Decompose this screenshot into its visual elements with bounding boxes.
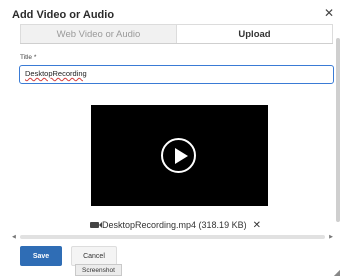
vertical-scrollbar[interactable] (335, 30, 341, 234)
vertical-scroll-thumb[interactable] (336, 38, 340, 222)
remove-icon[interactable]: ✕ (253, 220, 261, 231)
add-media-dialog: Add Video or Audio ✕ Web Video or Audio … (0, 0, 343, 280)
uploaded-file-row: DesktopRecording.mp4 (318.19 KB) ✕ (90, 219, 261, 231)
tooltip: Screenshot (75, 264, 122, 276)
horizontal-scroll-thumb[interactable] (20, 235, 325, 239)
scroll-right-icon[interactable]: ▶ (329, 234, 333, 240)
file-name-size: DesktopRecording.mp4 (318.19 KB) (102, 220, 247, 230)
resize-grip-icon[interactable]: ◢ (334, 268, 340, 277)
video-camera-icon (90, 222, 102, 228)
play-triangle (175, 148, 188, 164)
play-icon[interactable] (161, 138, 196, 173)
dialog-title: Add Video or Audio (12, 9, 115, 21)
dialog-content: Title * DesktopRecording DesktopRecordin… (12, 48, 335, 234)
save-button[interactable]: Save (20, 246, 62, 266)
title-input[interactable]: DesktopRecording (19, 65, 334, 84)
tab-upload[interactable]: Upload (177, 24, 333, 43)
title-input-value: DesktopRecording (25, 69, 87, 78)
horizontal-scrollbar[interactable]: ◀ ▶ (12, 234, 335, 240)
scroll-left-icon[interactable]: ◀ (12, 234, 16, 240)
tab-bar: Web Video or Audio Upload (20, 24, 333, 44)
video-preview[interactable] (91, 105, 268, 206)
tab-web-video[interactable]: Web Video or Audio (20, 24, 177, 43)
close-icon[interactable]: ✕ (324, 7, 334, 19)
title-field-label: Title * (20, 54, 37, 61)
cancel-button[interactable]: Cancel (71, 246, 117, 266)
